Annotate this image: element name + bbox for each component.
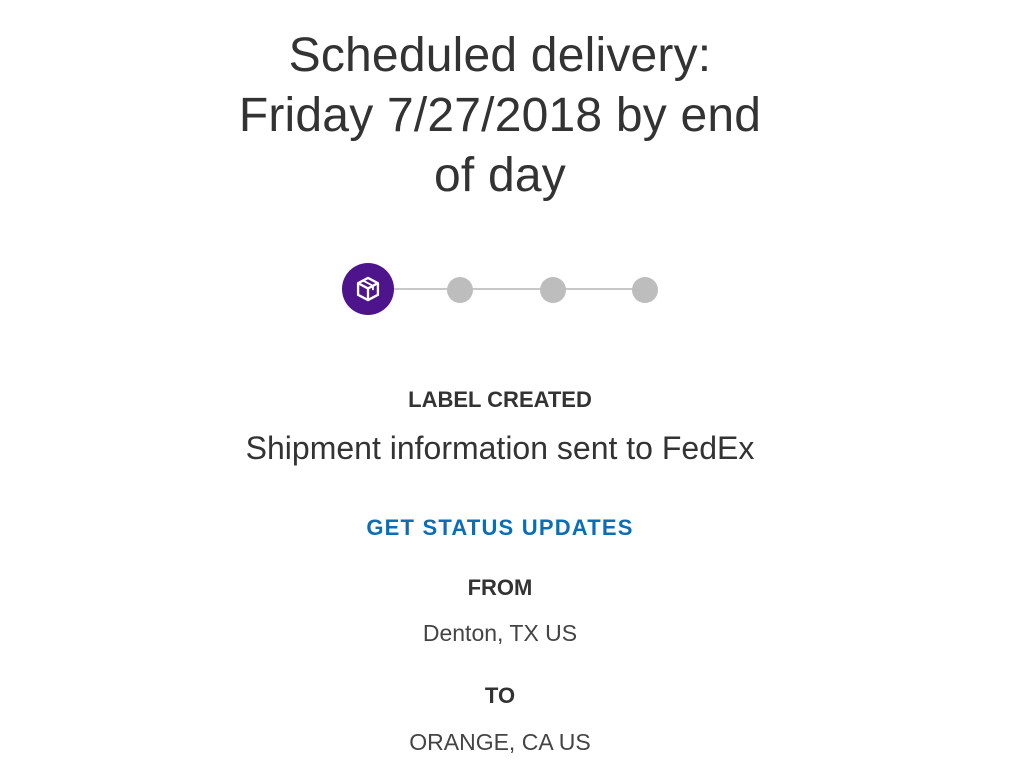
from-label: FROM	[467, 575, 533, 600]
progress-track-line	[382, 288, 647, 290]
delivery-heading-line-2: Friday 7/27/2018 by end	[238, 89, 762, 142]
progress-step-4	[632, 277, 658, 303]
progress-step-3	[540, 277, 566, 303]
status-label: LABEL CREATED	[408, 387, 592, 412]
shipment-progress-tracker	[342, 262, 662, 315]
status-description: Shipment information sent to FedEx	[245, 430, 755, 466]
scheduled-delivery-heading: Scheduled delivery: Friday 7/27/2018 by …	[200, 26, 800, 206]
to-label: TO	[484, 683, 516, 708]
progress-step-label-created	[342, 263, 394, 315]
delivery-heading-line-3: of day	[434, 149, 566, 202]
delivery-heading-line-1: Scheduled delivery:	[288, 29, 712, 82]
from-location: Denton, TX US	[422, 620, 578, 646]
package-icon	[356, 276, 380, 302]
to-location: ORANGE, CA US	[409, 729, 591, 755]
get-status-updates-link[interactable]: GET STATUS UPDATES	[300, 515, 700, 541]
tracking-page: Scheduled delivery: Friday 7/27/2018 by …	[0, 0, 1024, 769]
progress-step-2	[447, 277, 473, 303]
